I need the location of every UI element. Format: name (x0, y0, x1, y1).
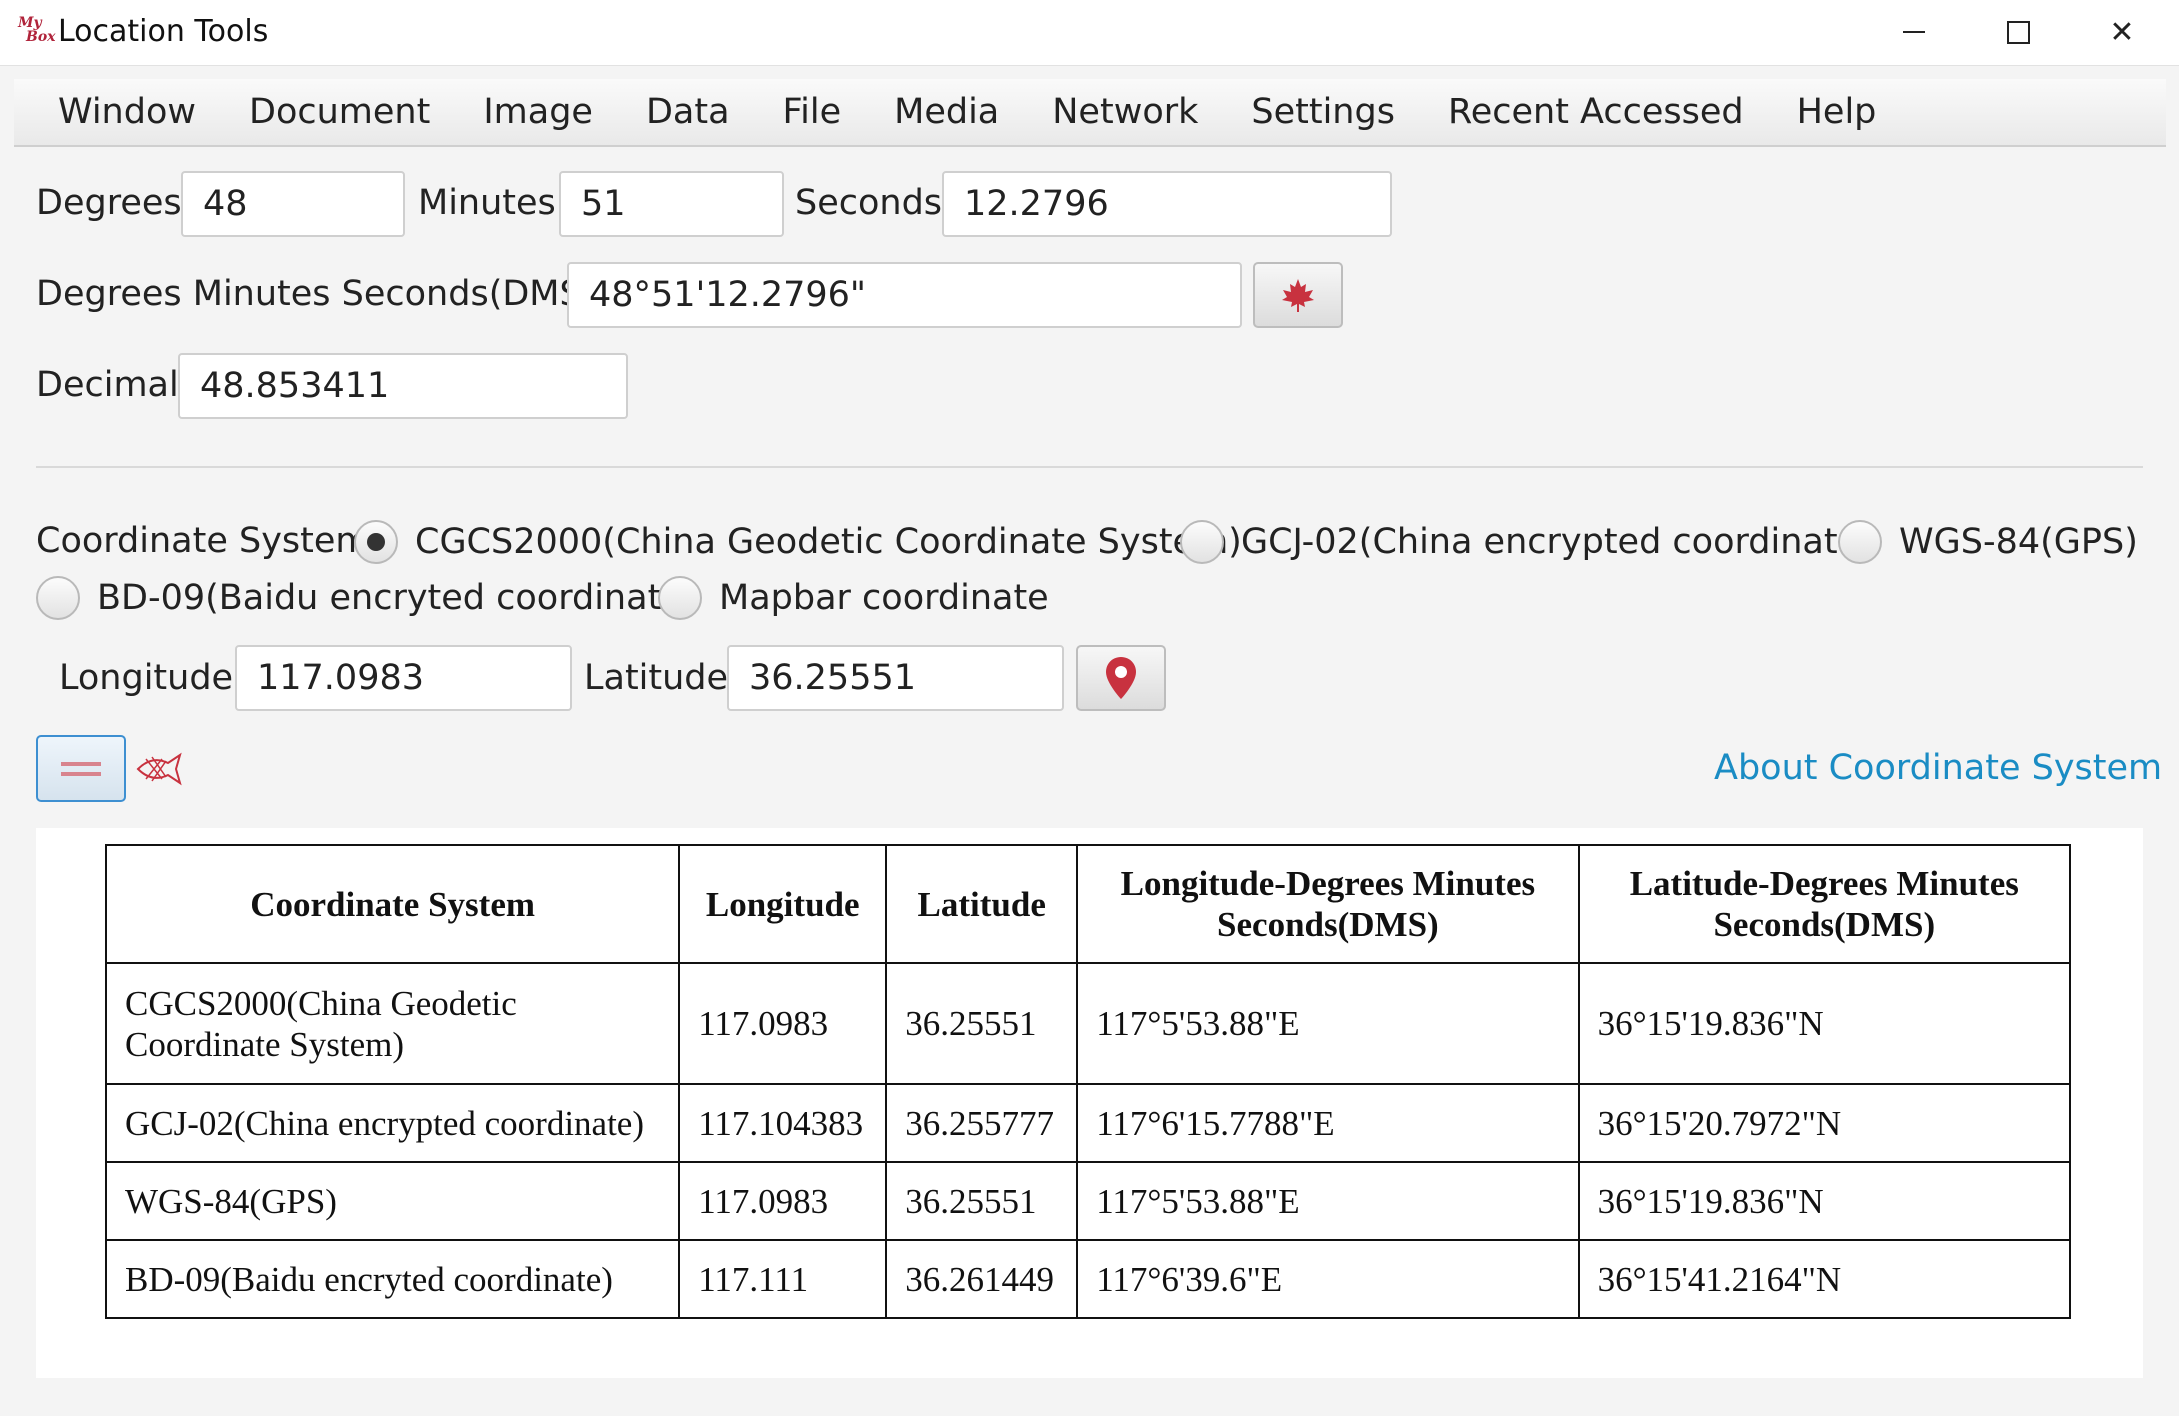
minimize-button[interactable] (1862, 0, 1966, 64)
coordinates-table: Coordinate System Longitude Latitude Lon… (104, 844, 2072, 1319)
radio-label: Mapbar coordinate (719, 578, 1049, 618)
cell-system: WGS-84(GPS) (104, 1161, 681, 1241)
result-pane: Coordinate System Longitude Latitude Lon… (36, 828, 2143, 1378)
cell-latitude: 36.255777 (885, 1083, 1079, 1163)
title-bar: My Box Location Tools ✕ (0, 0, 2179, 66)
cell-longitude-dms: 117°6'39.6"E (1076, 1239, 1580, 1319)
table-row: GCJ-02(China encrypted coordinate) 117.1… (104, 1083, 2072, 1163)
maximize-button[interactable] (1966, 0, 2070, 64)
header-coordinate-system: Coordinate System (104, 844, 681, 964)
cell-system: BD-09(Baidu encryted coordinate) (104, 1239, 681, 1319)
maple-leaf-icon (1282, 279, 1314, 312)
menu-bar: Window Document Image Data File Media Ne… (14, 79, 2166, 147)
cell-longitude-dms: 117°6'15.7788"E (1076, 1083, 1580, 1163)
longitude-input[interactable] (235, 645, 572, 711)
radio-label: GCJ-02(China encrypted coordinate) (1241, 522, 1873, 562)
cell-latitude-dms: 36°15'19.836"N (1577, 1161, 2072, 1241)
header-longitude-dms: Longitude-Degrees Minutes Seconds(DMS) (1076, 844, 1580, 964)
header-latitude: Latitude (885, 844, 1079, 964)
longitude-label: Longitude (59, 658, 234, 698)
cell-latitude: 36.25551 (885, 962, 1079, 1085)
map-pin-icon (1106, 657, 1136, 699)
table-row: WGS-84(GPS) 117.0983 36.25551 117°5'53.8… (104, 1161, 2072, 1241)
latitude-label: Latitude (584, 658, 729, 698)
cell-latitude: 36.25551 (885, 1161, 1079, 1241)
radio-label: WGS-84(GPS) (1899, 522, 2138, 562)
cell-longitude: 117.104383 (678, 1083, 888, 1163)
dms-label: Degrees Minutes Seconds(DMS) (36, 274, 596, 314)
header-longitude: Longitude (678, 844, 888, 964)
minutes-label: Minutes (418, 183, 556, 223)
radio-mapbar[interactable]: Mapbar coordinate (658, 576, 1049, 620)
cell-longitude-dms: 117°5'53.88"E (1076, 962, 1580, 1085)
menu-help[interactable]: Help (1797, 92, 1877, 132)
cell-latitude-dms: 36°15'41.2164"N (1577, 1239, 2072, 1319)
radio-label: CGCS2000(China Geodetic Coordinate Syste… (415, 522, 1242, 562)
dms-input[interactable] (567, 262, 1242, 328)
menu-image[interactable]: Image (483, 92, 593, 132)
decimal-label: Decimal (36, 365, 179, 405)
cell-latitude-dms: 36°15'19.836"N (1577, 962, 2072, 1085)
about-coordinate-system-link[interactable]: About Coordinate System (1714, 748, 2162, 788)
cell-longitude: 117.0983 (678, 962, 888, 1085)
table-header-row: Coordinate System Longitude Latitude Lon… (104, 844, 2072, 964)
minutes-input[interactable] (559, 171, 784, 237)
menu-media[interactable]: Media (894, 92, 999, 132)
menu-document[interactable]: Document (249, 92, 430, 132)
radio-wgs84[interactable]: WGS-84(GPS) (1838, 520, 2138, 564)
cell-system: CGCS2000(China Geodetic Coordinate Syste… (104, 962, 681, 1085)
degrees-input[interactable] (181, 171, 405, 237)
locate-on-map-button[interactable] (1076, 645, 1166, 711)
cell-longitude: 117.111 (678, 1239, 888, 1319)
radio-bd09[interactable]: BD-09(Baidu encryted coordinate) (36, 576, 696, 620)
menu-file[interactable]: File (783, 92, 842, 132)
seconds-input[interactable] (942, 171, 1392, 237)
cell-latitude-dms: 36°15'20.7972"N (1577, 1083, 2072, 1163)
menu-network[interactable]: Network (1052, 92, 1198, 132)
cell-longitude: 117.0983 (678, 1161, 888, 1241)
menu-recent-accessed[interactable]: Recent Accessed (1448, 92, 1744, 132)
seconds-label: Seconds (795, 183, 943, 223)
menu-data[interactable]: Data (646, 92, 730, 132)
menu-window[interactable]: Window (58, 92, 196, 132)
radio-cgcs2000[interactable]: CGCS2000(China Geodetic Coordinate Syste… (354, 520, 1242, 564)
latitude-input[interactable] (727, 645, 1064, 711)
section-divider (36, 466, 2143, 468)
degrees-label: Degrees (36, 183, 182, 223)
menu-lines-icon (61, 761, 101, 766)
cell-longitude-dms: 117°5'53.88"E (1076, 1161, 1580, 1241)
fish-icon[interactable] (134, 751, 184, 787)
cell-system: GCJ-02(China encrypted coordinate) (104, 1083, 681, 1163)
convert-button[interactable] (1253, 262, 1343, 328)
radio-gcj02[interactable]: GCJ-02(China encrypted coordinate) (1180, 520, 1873, 564)
table-row: BD-09(Baidu encryted coordinate) 117.111… (104, 1239, 2072, 1319)
table-row: CGCS2000(China Geodetic Coordinate Syste… (104, 962, 2072, 1085)
decimal-input[interactable] (178, 353, 628, 419)
menu-toggle-button[interactable] (36, 735, 126, 802)
window-title: Location Tools (58, 14, 269, 49)
close-button[interactable]: ✕ (2070, 0, 2174, 64)
header-latitude-dms: Latitude-Degrees Minutes Seconds(DMS) (1577, 844, 2072, 964)
radio-label: BD-09(Baidu encryted coordinate) (97, 578, 697, 618)
cell-latitude: 36.261449 (885, 1239, 1079, 1319)
mybox-logo-icon: My Box (18, 15, 56, 45)
menu-settings[interactable]: Settings (1251, 92, 1395, 132)
coordinate-system-label: Coordinate System (36, 521, 370, 561)
